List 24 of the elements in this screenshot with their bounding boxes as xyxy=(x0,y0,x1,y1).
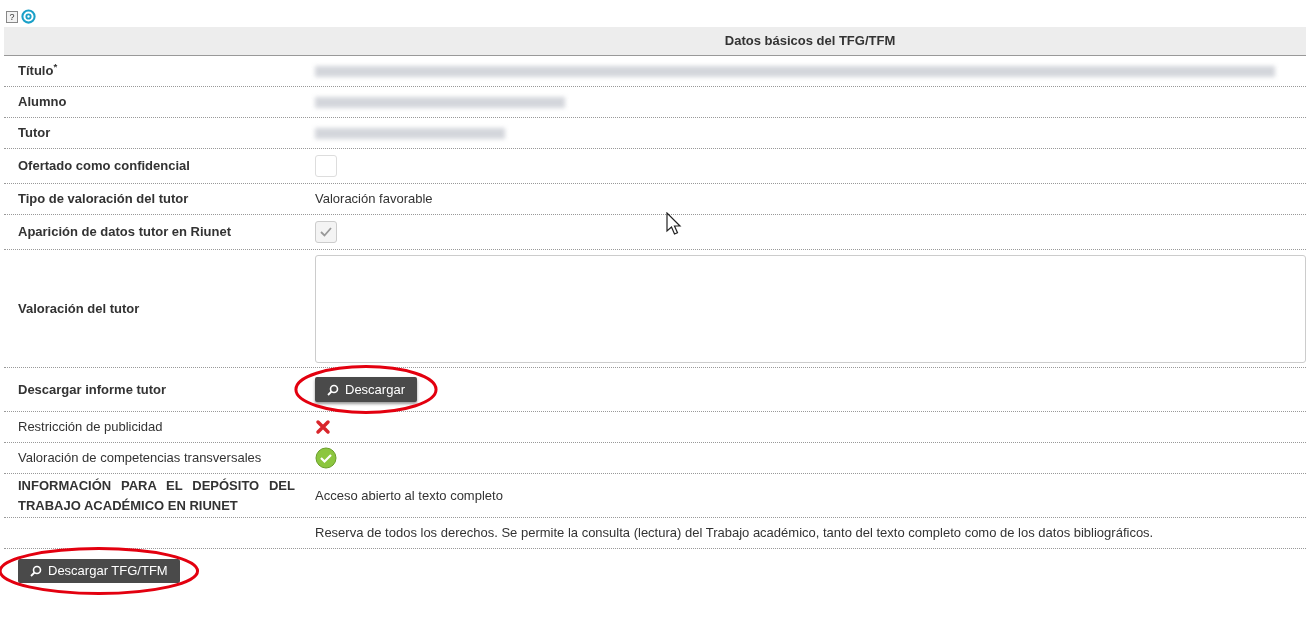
download-button[interactable]: Descargar xyxy=(315,377,417,402)
field-label: Valoración de competencias transversales xyxy=(18,449,263,468)
field-label: Tipo de valoración del tutor xyxy=(18,190,190,209)
field-value: Acceso abierto al texto completo xyxy=(315,486,503,505)
checkbox[interactable] xyxy=(315,155,337,177)
field-value: Reserva de todos los derechos. Se permite la consulta (lectura) del Trabajo académico, tanto del texto completo como de los datos bibliográficos. xyxy=(315,524,1154,543)
field-label: Título$^{*}$ xyxy=(18,61,59,81)
field-label: Tutor xyxy=(18,124,52,143)
checkmark-icon xyxy=(320,227,332,237)
table-header: Datos básicos del TFG/TFM xyxy=(4,27,1306,56)
help-icon[interactable]: ? xyxy=(6,10,18,23)
evaluation-textarea[interactable] xyxy=(315,254,1306,363)
field-label: Alumno xyxy=(18,93,68,112)
search-icon xyxy=(327,383,339,396)
field-label: INFORMACIÓN PARA EL DEPÓSITO DEL TRABAJO ACADÉMICO EN RIUNET xyxy=(18,476,295,515)
field-label: Restricción de publicidad xyxy=(18,418,164,437)
field-label: Valoración del tutor xyxy=(18,299,141,318)
download-button[interactable]: Descargar TFG/TFM xyxy=(18,559,180,583)
field-label: Aparición de datos tutor en Riunet xyxy=(18,223,233,242)
field-value: Valoración favorable xyxy=(315,190,433,209)
mouse-cursor-icon xyxy=(666,212,682,236)
field-label: Ofertado como confidencial xyxy=(18,157,191,176)
search-icon xyxy=(30,565,42,577)
field-label: Descargar informe tutor xyxy=(18,380,168,399)
